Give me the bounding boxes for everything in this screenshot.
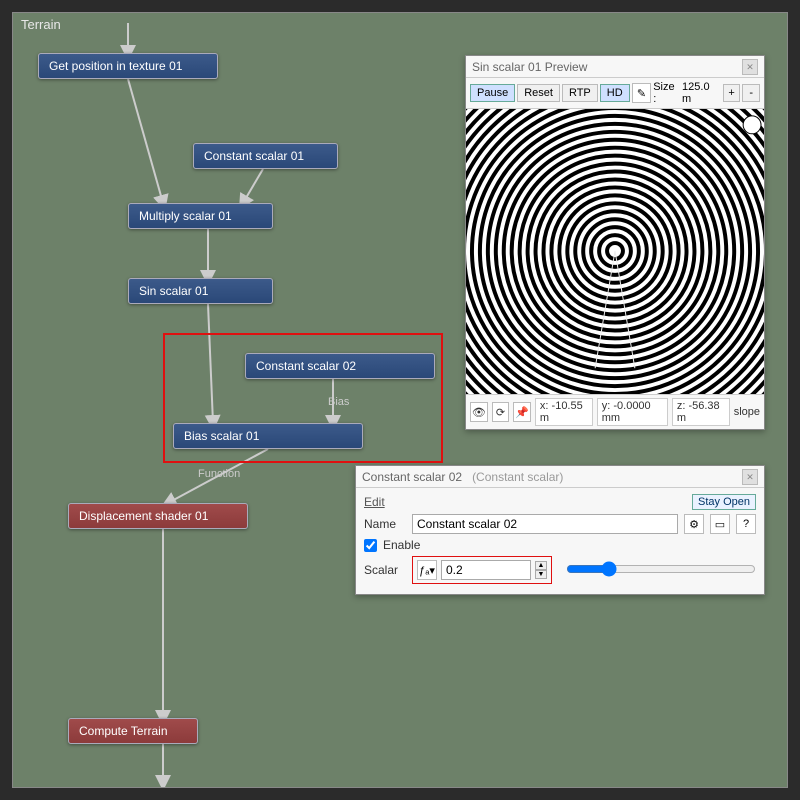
concentric-rings-icon [466,109,764,394]
status-y: y: -0.0000 mm [597,398,668,426]
node-sin-scalar[interactable]: Sin scalar 01 [128,278,273,304]
node-label: Multiply scalar 01 [139,209,232,223]
highlight-box [163,333,443,463]
pause-button[interactable]: Pause [470,84,515,102]
node-get-position[interactable]: Get position in texture 01 [38,53,218,79]
canvas-title: Terrain [21,17,61,32]
scalar-step-up[interactable]: ▲ [535,561,547,570]
node-label: Sin scalar 01 [139,284,208,298]
node-label: Displacement shader 01 [79,509,208,523]
preview-window[interactable]: Sin scalar 01 Preview ✕ Pause Reset RTP … [465,55,765,430]
scalar-highlight: ƒₐ▾ ▲ ▼ [412,556,552,584]
size-value: 125.0 m [682,81,721,105]
preview-title: Sin scalar 01 Preview [472,60,587,74]
edge-label-function: Function [198,468,240,480]
close-icon[interactable]: ✕ [742,469,758,485]
properties-titlebar[interactable]: Constant scalar 02 (Constant scalar) ✕ [356,466,764,488]
node-displacement-shader[interactable]: Displacement shader 01 [68,503,248,529]
close-icon[interactable]: ✕ [742,59,758,75]
name-field[interactable] [412,514,678,534]
preview-viewport[interactable] [466,109,764,394]
edge-label-bias: Bias [328,396,349,408]
pin-icon[interactable]: 📌 [513,402,531,422]
node-compute-terrain[interactable]: Compute Terrain [68,718,198,744]
node-label: Get position in texture 01 [49,59,182,73]
node-label: Constant scalar 01 [204,149,304,163]
name-label: Name [364,517,406,531]
size-minus-button[interactable]: - [742,84,760,102]
brush-icon[interactable]: ✎ [632,83,652,103]
size-plus-button[interactable]: + [723,84,741,102]
status-z: z: -56.38 m [672,398,730,426]
status-slope: slope [734,406,760,418]
refresh-icon[interactable]: ⟳ [492,402,510,422]
reset-button[interactable]: Reset [517,84,560,102]
preview-statusbar: 👁 ⟳ 📌 x: -10.55 m y: -0.0000 mm z: -56.3… [466,394,764,429]
properties-window[interactable]: Constant scalar 02 (Constant scalar) ✕ E… [355,465,765,595]
properties-subtitle: (Constant scalar) [472,470,563,484]
scalar-step-down[interactable]: ▼ [535,570,547,579]
help-button[interactable]: ? [736,514,756,534]
node-constant-scalar-01[interactable]: Constant scalar 01 [193,143,338,169]
node-label: Compute Terrain [79,724,168,738]
status-x: x: -10.55 m [535,398,593,426]
enable-checkbox[interactable] [364,539,377,552]
node-multiply-scalar[interactable]: Multiply scalar 01 [128,203,273,229]
scalar-field[interactable] [441,560,531,580]
enable-label: Enable [383,538,420,552]
edit-menu[interactable]: Edit [364,495,385,509]
size-label: Size : [653,81,680,105]
preview-titlebar[interactable]: Sin scalar 01 Preview ✕ [466,56,764,78]
window-icon[interactable]: ▭ [710,514,730,534]
stay-open-button[interactable]: Stay Open [692,494,756,510]
scalar-slider[interactable] [566,561,756,577]
hd-button[interactable]: HD [600,84,630,102]
scalar-expr-icon[interactable]: ƒₐ▾ [417,560,437,580]
rtp-button[interactable]: RTP [562,84,598,102]
preview-toolbar: Pause Reset RTP HD ✎ Size : 125.0 m + - [466,78,764,109]
gear-icon[interactable]: ⚙ [684,514,704,534]
eye-icon[interactable]: 👁 [470,402,488,422]
scalar-label: Scalar [364,563,406,577]
properties-title: Constant scalar 02 [362,470,462,484]
